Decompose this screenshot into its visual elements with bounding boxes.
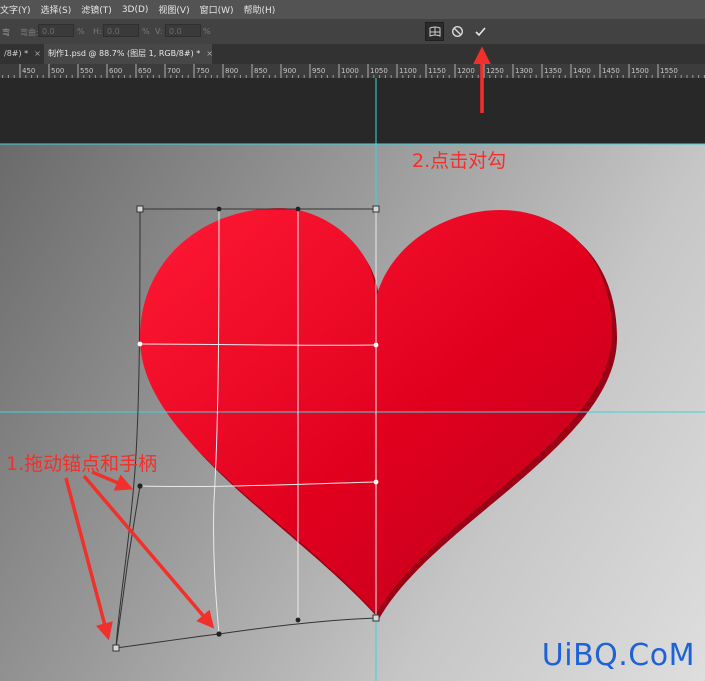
- annotation-step2: 2.点击对勾: [412, 150, 507, 172]
- annotation-step1: 1.拖动锚点和手柄: [6, 453, 158, 475]
- canvas-overlay: [0, 46, 705, 681]
- watermark-logo: UiBQ.CoM: [541, 638, 695, 673]
